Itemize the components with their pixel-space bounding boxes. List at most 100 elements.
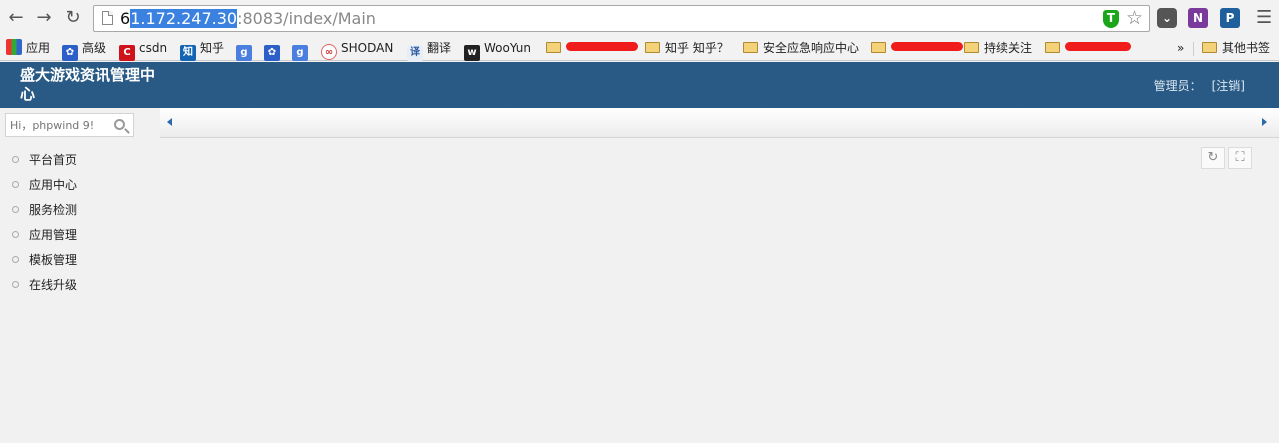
bookmark-label: SHODAN xyxy=(341,41,394,55)
bookmark-label: 应用 xyxy=(26,41,51,55)
bookmark-label: 知乎 知乎？ xyxy=(665,41,729,55)
sidebar-item-online-upgrade[interactable]: 在线升级 xyxy=(12,275,77,300)
baidu-paw-icon: ✿ xyxy=(264,45,280,61)
page-icon xyxy=(102,11,113,25)
sidebar: 平台首页 应用中心 服务检测 应用管理 模板管理 在线升级 xyxy=(0,108,160,443)
app-title: 盛大游戏资讯管理中心 xyxy=(20,66,156,103)
scroll-left-icon[interactable] xyxy=(167,118,172,126)
bookmark-zhihu[interactable]: 知知乎 xyxy=(180,39,225,61)
browser-toolbar: ← → ↻ 61.172.247.30:8083/index/Main T ☆ … xyxy=(0,0,1279,36)
scroll-right-icon[interactable] xyxy=(1262,118,1267,126)
bullet-icon xyxy=(12,156,19,163)
extension-p-icon[interactable]: P xyxy=(1220,8,1240,28)
tab-bar xyxy=(160,108,1279,138)
bookmark-label: csdn xyxy=(139,41,168,55)
sidebar-item-app-center[interactable]: 应用中心 xyxy=(12,175,77,200)
bookmark-label: 高级 xyxy=(82,41,107,55)
bookmark-star-icon[interactable]: ☆ xyxy=(1126,7,1143,29)
apps-grid-icon xyxy=(6,39,22,55)
bookmark-google-2[interactable]: g xyxy=(292,39,312,61)
sidebar-item-label: 在线升级 xyxy=(29,278,78,292)
folder-icon xyxy=(743,42,758,53)
bullet-icon xyxy=(12,206,19,213)
onenote-icon[interactable]: N xyxy=(1188,8,1208,28)
folder-icon xyxy=(1045,42,1060,53)
sidebar-item-home[interactable]: 平台首页 xyxy=(12,150,77,175)
chrome-menu-icon[interactable]: ☰ xyxy=(1256,8,1272,28)
search-icon[interactable] xyxy=(114,119,125,130)
logout-link[interactable]: [注销] xyxy=(1212,79,1245,93)
zhihu-icon: 知 xyxy=(180,45,196,61)
app-header: 盛大游戏资讯管理中心 管理员： [注销] xyxy=(0,62,1279,108)
admin-area: 管理员： [注销] xyxy=(1154,77,1245,94)
bookmark-label: 持续关注 xyxy=(984,41,1033,55)
bookmark-folder-redacted-2[interactable] xyxy=(871,39,963,58)
redaction-mark xyxy=(566,42,638,51)
admin-label: 管理员： xyxy=(1153,79,1202,93)
bookmark-csdn[interactable]: Ccsdn xyxy=(119,39,168,61)
bullet-icon xyxy=(12,181,19,188)
refresh-icon[interactable]: ↻ xyxy=(1201,147,1225,169)
bookmark-advanced[interactable]: ✿ 高级 xyxy=(62,39,107,61)
translate-icon: 译 xyxy=(407,45,423,61)
bookmark-google-1[interactable]: g xyxy=(236,39,256,61)
bookmark-label: 翻译 xyxy=(427,41,452,55)
main-content: ↻ ⛶ xyxy=(160,138,1279,443)
fullscreen-icon[interactable]: ⛶ xyxy=(1228,147,1252,169)
wooyun-icon: w xyxy=(464,45,480,61)
sidebar-item-template-manage[interactable]: 模板管理 xyxy=(12,250,77,275)
bookmark-label: 安全应急响应中心 xyxy=(763,41,860,55)
bookmark-wooyun[interactable]: w WooYun xyxy=(464,39,532,61)
redaction-mark xyxy=(891,42,963,51)
bookmarks-separator xyxy=(1193,42,1194,56)
bookmarks-overflow[interactable]: » xyxy=(1177,39,1184,58)
redaction-mark xyxy=(1065,42,1131,51)
sidebar-menu: 平台首页 应用中心 服务检测 应用管理 模板管理 在线升级 xyxy=(12,150,77,300)
folder-icon xyxy=(871,42,886,53)
sidebar-item-label: 模板管理 xyxy=(29,253,78,267)
bookmark-shodan[interactable]: ∞ SHODAN xyxy=(321,39,394,60)
bullet-icon xyxy=(12,256,19,263)
reload-icon[interactable]: ↻ xyxy=(63,8,83,28)
sidebar-item-app-manage[interactable]: 应用管理 xyxy=(12,225,77,250)
address-bar[interactable]: 61.172.247.30:8083/index/Main T ☆ xyxy=(93,5,1150,32)
folder-icon xyxy=(645,42,660,53)
bookmark-baidu[interactable]: ✿ xyxy=(264,39,284,61)
google-g-icon: g xyxy=(292,45,308,61)
bookmark-translate[interactable]: 译翻译 xyxy=(407,39,452,61)
bookmark-folder-redacted-3[interactable] xyxy=(1045,39,1131,58)
sidebar-item-label: 服务检测 xyxy=(29,203,78,217)
bookmark-folder-src[interactable]: 安全应急响应中心 xyxy=(743,39,859,58)
url-selected: 1.172.247.30 xyxy=(130,9,238,28)
sidebar-item-label: 平台首页 xyxy=(29,153,78,167)
bookmark-folder-zhihu[interactable]: 知乎 知乎？ xyxy=(645,39,729,58)
sidebar-item-service-check[interactable]: 服务检测 xyxy=(12,200,77,225)
bookmarks-bar: 应用 ✿ 高级 Ccsdn 知知乎 g ✿ g ∞ SHODAN 译翻译 w WooY… xyxy=(0,36,1279,61)
baidu-paw-icon: ✿ xyxy=(62,45,78,61)
forward-arrow-icon[interactable]: → xyxy=(34,8,54,28)
bookmark-label: WooYun xyxy=(484,41,532,55)
url-text[interactable]: 61.172.247.30:8083/index/Main xyxy=(120,9,376,29)
folder-icon xyxy=(1202,42,1217,53)
search-input[interactable] xyxy=(10,118,108,133)
sidebar-item-label: 应用管理 xyxy=(29,228,78,242)
csdn-icon: C xyxy=(119,45,135,61)
url-rest: :8083/index/Main xyxy=(237,9,376,28)
folder-icon xyxy=(964,42,979,53)
pocket-icon[interactable]: ⌄ xyxy=(1157,8,1177,28)
bullet-icon xyxy=(12,231,19,238)
url-prefix: 6 xyxy=(120,9,131,28)
bookmark-label: 知乎 xyxy=(200,41,225,55)
bookmark-apps[interactable]: 应用 xyxy=(6,39,50,58)
bookmark-folder-redacted-1[interactable] xyxy=(546,39,638,58)
folder-icon xyxy=(546,42,561,53)
bullet-icon xyxy=(12,281,19,288)
back-arrow-icon[interactable]: ← xyxy=(6,8,26,28)
bookmark-other[interactable]: 其他书签 xyxy=(1202,39,1270,58)
search-box xyxy=(5,113,134,137)
shodan-icon: ∞ xyxy=(321,44,337,60)
shield-extension-icon[interactable]: T xyxy=(1103,10,1119,28)
sidebar-item-label: 应用中心 xyxy=(29,178,78,192)
google-g-icon: g xyxy=(236,45,252,61)
bookmark-folder-follow[interactable]: 持续关注 xyxy=(964,39,1032,58)
